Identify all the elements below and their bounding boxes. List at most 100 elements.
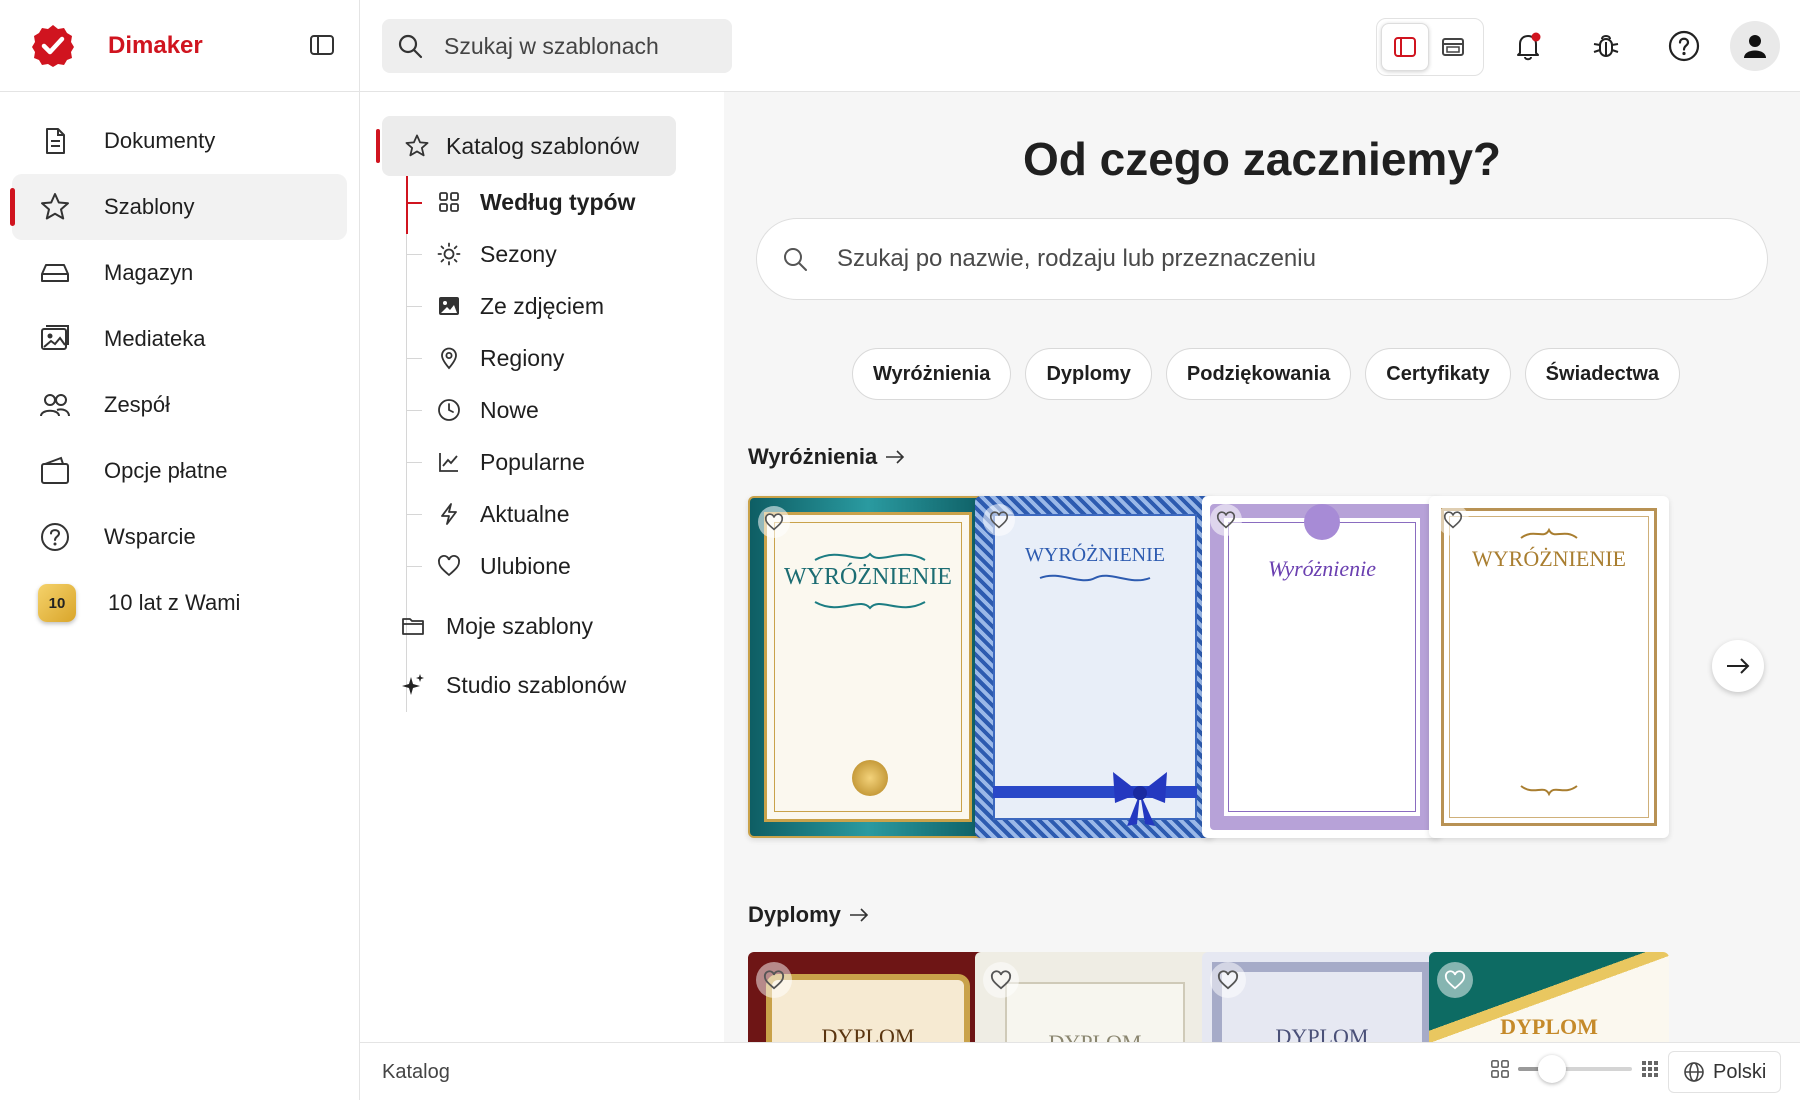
favorite-heart-icon[interactable] xyxy=(756,962,792,998)
favorite-heart-icon[interactable] xyxy=(1210,962,1246,998)
tree-item-wedlug-typow[interactable]: Według typów xyxy=(406,176,686,228)
tree-root-moje-szablony[interactable]: Moje szablony xyxy=(400,600,700,652)
favorite-heart-icon[interactable] xyxy=(983,962,1019,998)
sidebar-item-label: Magazyn xyxy=(104,260,194,285)
category-chips: Wyróżnienia Dyplomy Podziękowania Certyf… xyxy=(852,348,1681,400)
storage-drive-icon xyxy=(38,256,72,290)
template-card[interactable]: WYRÓŻNIENIE xyxy=(1429,496,1669,838)
gold-seal-icon xyxy=(852,760,888,796)
template-card[interactable]: DYPLOM xyxy=(1202,952,1442,1042)
sidebar-item-label: Opcje płatne xyxy=(104,458,228,483)
bug-icon[interactable] xyxy=(1586,26,1626,66)
wallet-icon xyxy=(38,454,72,488)
chip-swiadectwa[interactable]: Świadectwa xyxy=(1524,348,1681,400)
tree-item-label: Według typów xyxy=(480,188,636,215)
chip-wyroznienia[interactable]: Wyróżnienia xyxy=(852,348,1012,400)
card-title: DYPLOM xyxy=(975,1030,1215,1042)
ornament-icon xyxy=(814,552,926,561)
help-circle-icon xyxy=(38,520,72,554)
template-card[interactable]: DYPLOM xyxy=(748,952,988,1042)
tree-item-ze-zdjeciem[interactable]: Ze zdjęciem xyxy=(406,280,686,332)
ornament-icon xyxy=(1520,527,1578,539)
document-icon xyxy=(38,124,72,158)
template-card[interactable]: WYRÓŻNIENIE xyxy=(975,496,1215,838)
sidebar-item-label: Zespół xyxy=(104,392,171,417)
favorite-heart-icon[interactable] xyxy=(758,506,790,538)
favorite-heart-icon[interactable] xyxy=(983,504,1015,536)
tree-root-label: Moje szablony xyxy=(446,612,594,639)
sidebar-item-mediateka[interactable]: Mediateka xyxy=(12,306,347,372)
search-placeholder: Szukaj po nazwie, rodzaju lub przeznacze… xyxy=(837,245,1316,272)
globe-icon xyxy=(1683,1061,1705,1083)
sidebar-toggle-icon[interactable] xyxy=(307,30,337,60)
team-icon xyxy=(38,388,72,422)
favorite-heart-icon[interactable] xyxy=(1437,962,1473,998)
template-card[interactable]: WYRÓŻNIENIE xyxy=(748,496,988,838)
grid-dense-icon[interactable] xyxy=(1640,1059,1660,1079)
zoom-slider[interactable] xyxy=(1518,1055,1632,1083)
tree-item-label: Popularne xyxy=(480,448,585,475)
tree-item-label: Ze zdjęciem xyxy=(480,292,604,319)
template-card[interactable]: Wyróżnienie xyxy=(1202,496,1442,838)
sidebar-item-szablony[interactable]: Szablony xyxy=(10,174,347,240)
brand-bar: Dimaker xyxy=(0,0,359,92)
tree-item-nowe[interactable]: Nowe xyxy=(406,384,686,436)
card-title: DYPLOM xyxy=(1500,1014,1598,1039)
sidebar-item-wsparcie[interactable]: Wsparcie xyxy=(12,504,347,570)
section-title-wyroznienia[interactable]: Wyróżnienia xyxy=(748,444,905,470)
arrow-right-icon xyxy=(885,450,905,464)
tree-item-popularne[interactable]: Popularne xyxy=(406,436,686,488)
tree-item-label: Aktualne xyxy=(480,500,570,527)
top-bar: Szukaj w szablonach xyxy=(360,0,1800,92)
zoom-slider-handle[interactable] xyxy=(1538,1055,1567,1083)
favorite-heart-icon[interactable] xyxy=(1437,504,1469,536)
chip-dyplomy[interactable]: Dyplomy xyxy=(1025,348,1152,400)
tree-root-katalog[interactable]: Katalog szablonów xyxy=(376,116,676,176)
media-library-icon xyxy=(38,322,72,356)
card-title: WYRÓŻNIENIE xyxy=(1025,544,1165,566)
image-icon xyxy=(436,293,462,319)
anniversary-badge-icon: 10 xyxy=(38,584,76,622)
grid-small-icon[interactable] xyxy=(1490,1059,1510,1079)
layout-window-icon[interactable] xyxy=(1429,23,1477,71)
bell-icon[interactable] xyxy=(1508,26,1548,66)
tree-item-regiony[interactable]: Regiony xyxy=(406,332,686,384)
template-search-input[interactable]: Szukaj w szablonach xyxy=(382,19,732,73)
sparkle-icon xyxy=(400,672,426,698)
tree-item-aktualne[interactable]: Aktualne xyxy=(406,488,686,540)
layout-sidebar-icon[interactable] xyxy=(1381,23,1429,71)
language-selector[interactable]: Polski xyxy=(1668,1051,1782,1093)
catalog-search-input[interactable]: Szukaj po nazwie, rodzaju lub przeznacze… xyxy=(756,218,1768,300)
grid-icon xyxy=(436,189,462,215)
layout-toggle xyxy=(1376,18,1484,76)
ornament-icon xyxy=(1520,785,1578,797)
template-card[interactable]: DYPLOM xyxy=(1429,952,1669,1042)
sidebar-item-opcje-platne[interactable]: Opcje płatne xyxy=(12,438,347,504)
breadcrumb: Katalog xyxy=(382,1061,450,1083)
card-title: DYPLOM xyxy=(821,1024,915,1042)
tree-root-studio-szablonow[interactable]: Studio szablonów xyxy=(400,659,700,711)
card-title: WYRÓŻNIENIE xyxy=(1472,546,1626,571)
help-icon[interactable] xyxy=(1664,26,1704,66)
sidebar-item-dokumenty[interactable]: Dokumenty xyxy=(12,108,347,174)
sidebar-item-zespol[interactable]: Zespół xyxy=(12,372,347,438)
favorite-heart-icon[interactable] xyxy=(1210,504,1242,536)
tree-item-sezony[interactable]: Sezony xyxy=(406,228,686,280)
tree-item-label: Ulubione xyxy=(480,552,571,579)
chip-podziekowania[interactable]: Podziękowania xyxy=(1165,348,1352,400)
section-title-dyplomy[interactable]: Dyplomy xyxy=(748,902,869,928)
sidebar-item-label: Szablony xyxy=(104,194,195,219)
sidebar-item-label: Wsparcie xyxy=(104,524,196,549)
template-card[interactable]: DYPLOM xyxy=(975,952,1215,1042)
chip-certyfikaty[interactable]: Certyfikaty xyxy=(1365,348,1511,400)
sidebar-item-10-lat[interactable]: 10 10 lat z Wami xyxy=(12,570,347,636)
sidebar-item-magazyn[interactable]: Magazyn xyxy=(12,240,347,306)
location-pin-icon xyxy=(436,345,462,371)
sidebar-item-label: Dokumenty xyxy=(104,128,216,153)
carousel-next-button[interactable] xyxy=(1712,640,1764,692)
dimaker-logo[interactable] xyxy=(30,23,76,69)
zoom-control xyxy=(1490,1055,1660,1083)
user-avatar-icon[interactable] xyxy=(1730,21,1780,71)
tree-item-ulubione[interactable]: Ulubione xyxy=(406,540,686,592)
card-title: Wyróżnienie xyxy=(1268,556,1376,581)
